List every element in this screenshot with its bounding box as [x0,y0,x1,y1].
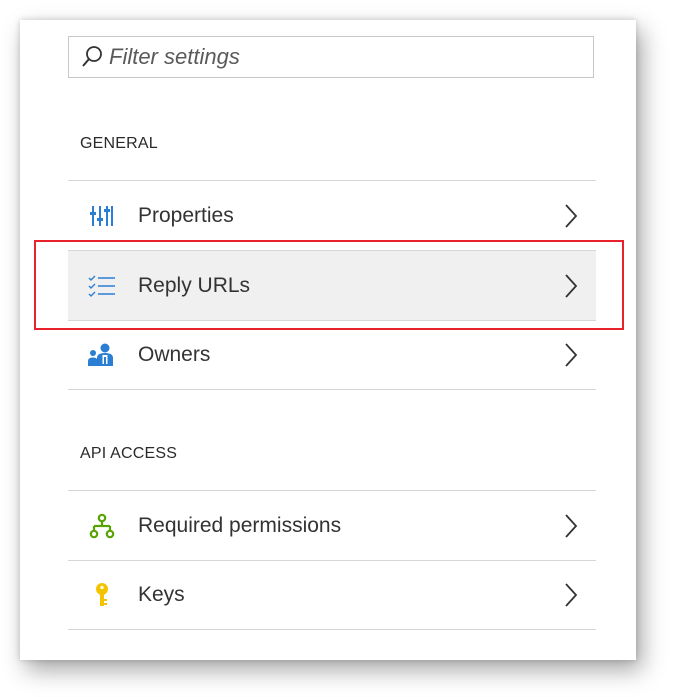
chevron-right-icon [556,342,586,368]
settings-item-label: Keys [138,583,185,606]
settings-item-keys[interactable]: Keys [68,560,596,630]
settings-item-label: Reply URLs [138,273,251,297]
section-title-api-access: API ACCESS [80,445,178,462]
settings-item-label: Owners [138,343,211,366]
owners-icon [82,343,122,367]
chevron-right-icon [556,582,586,608]
chevron-right-icon [556,513,586,539]
permissions-hierarchy-icon [82,513,122,539]
search-icon [75,36,109,78]
settings-item-reply-urls[interactable]: Reply URLs [68,250,596,320]
properties-sliders-icon [82,204,122,228]
checklist-icon [82,275,122,297]
settings-panel: GENERAL Properties [20,20,636,660]
settings-item-owners[interactable]: Owners [68,320,596,390]
settings-item-required-permissions[interactable]: Required permissions [68,490,596,560]
filter-settings-input[interactable] [109,44,579,70]
filter-settings-field[interactable] [68,36,594,78]
section-title-general: GENERAL [80,135,158,152]
chevron-right-icon [556,273,586,299]
key-icon [82,582,122,608]
settings-item-properties[interactable]: Properties [68,180,596,250]
chevron-right-icon [556,203,586,229]
settings-item-label: Properties [138,203,234,227]
settings-item-label: Required permissions [138,513,342,537]
